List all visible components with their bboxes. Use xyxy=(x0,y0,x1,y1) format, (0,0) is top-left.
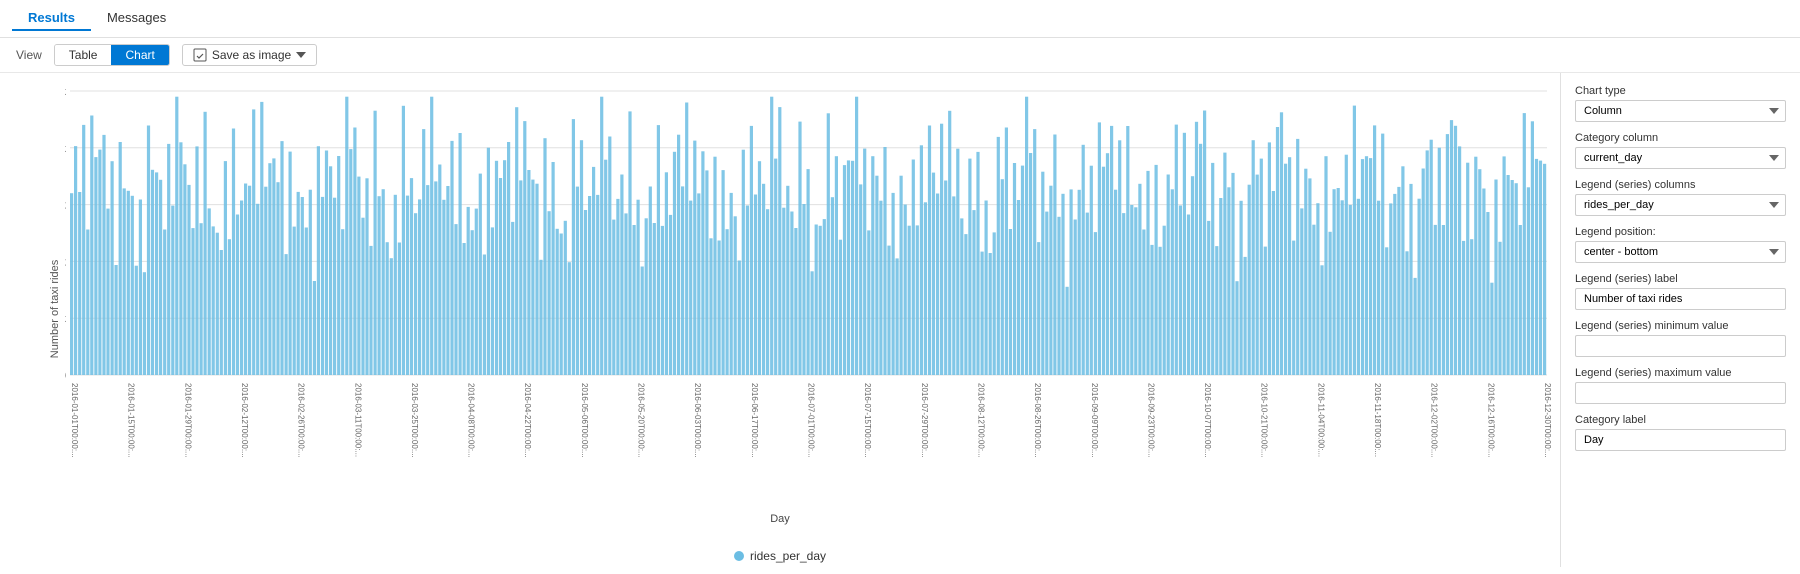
chart-type-select[interactable]: Column Bar Line Pie Area xyxy=(1575,100,1786,122)
y-axis-label: Number of taxi rides xyxy=(49,260,61,358)
category-column-field: Category column current_day xyxy=(1575,132,1786,169)
view-toggle: Table Chart xyxy=(54,44,170,66)
series-label-input[interactable] xyxy=(1575,288,1786,310)
series-label-field: Legend (series) label xyxy=(1575,273,1786,310)
svg-text:2016-08-26T00:00:...: 2016-08-26T00:00:... xyxy=(1033,383,1042,458)
svg-text:2016-01-29T00:00:...: 2016-01-29T00:00:... xyxy=(183,383,192,458)
view-label: View xyxy=(16,48,42,62)
svg-text:2016-10-07T00:00:...: 2016-10-07T00:00:... xyxy=(1203,383,1212,458)
chart-type-field: Chart type Column Bar Line Pie Area xyxy=(1575,85,1786,122)
svg-text:2016-07-29T00:00:...: 2016-07-29T00:00:... xyxy=(920,383,929,458)
svg-text:2016-01-15T00:00:...: 2016-01-15T00:00:... xyxy=(127,383,136,458)
min-value-field: Legend (series) minimum value xyxy=(1575,320,1786,357)
svg-text:2016-09-09T00:00:...: 2016-09-09T00:00:... xyxy=(1090,383,1099,458)
chart-outer: Number of taxi rides 0 100k 200k 300k 400k 50… xyxy=(0,73,1560,567)
max-value-label: Legend (series) maximum value xyxy=(1575,367,1786,379)
legend-series-label: Legend (series) columns xyxy=(1575,179,1786,191)
svg-text:2016-01-01T00:00:...: 2016-01-01T00:00:... xyxy=(70,383,79,458)
legend-label: rides_per_day xyxy=(750,549,826,563)
svg-text:2016-02-26T00:00:...: 2016-02-26T00:00:... xyxy=(297,383,306,458)
chart-type-label: Chart type xyxy=(1575,85,1786,97)
bar-chart-svg: 0 100k 200k 300k 400k 500k 2016-01-01T00:00:..… xyxy=(65,81,1552,465)
tabs-container: Results Messages xyxy=(12,6,182,31)
legend-series-field: Legend (series) columns rides_per_day xyxy=(1575,179,1786,216)
tab-results[interactable]: Results xyxy=(12,6,91,31)
series-label-label: Legend (series) label xyxy=(1575,273,1786,285)
svg-text:2016-11-04T00:00:...: 2016-11-04T00:00:... xyxy=(1316,383,1325,457)
chart-button[interactable]: Chart xyxy=(111,45,168,65)
svg-text:2016-12-16T00:00:...: 2016-12-16T00:00:... xyxy=(1486,383,1495,458)
save-icon xyxy=(193,48,207,62)
svg-text:2016-09-23T00:00:...: 2016-09-23T00:00:... xyxy=(1146,383,1155,458)
category-label-label: Category label xyxy=(1575,414,1786,426)
right-panel: Chart type Column Bar Line Pie Area Cate… xyxy=(1560,73,1800,567)
save-as-image-button[interactable]: Save as image xyxy=(182,44,317,66)
svg-text:2016-08-12T00:00:...: 2016-08-12T00:00:... xyxy=(977,383,986,458)
min-value-input[interactable] xyxy=(1575,335,1786,357)
x-axis-title: Day xyxy=(770,513,790,525)
svg-text:2016-04-08T00:00:...: 2016-04-08T00:00:... xyxy=(467,383,476,458)
svg-text:2016-05-20T00:00:...: 2016-05-20T00:00:... xyxy=(637,383,646,458)
legend-position-field: Legend position: center - bottom top lef… xyxy=(1575,226,1786,263)
svg-text:2016-06-03T00:00:...: 2016-06-03T00:00:... xyxy=(693,383,702,458)
svg-text:2016-10-21T00:00:...: 2016-10-21T00:00:... xyxy=(1260,383,1269,458)
svg-text:400k: 400k xyxy=(65,143,66,155)
legend-position-label: Legend position: xyxy=(1575,226,1786,238)
svg-text:100k: 100k xyxy=(65,313,66,325)
max-value-input[interactable] xyxy=(1575,382,1786,404)
svg-text:2016-06-17T00:00:...: 2016-06-17T00:00:... xyxy=(750,383,759,458)
legend-position-select[interactable]: center - bottom top left right none xyxy=(1575,241,1786,263)
svg-text:300k: 300k xyxy=(65,200,66,212)
svg-text:2016-07-01T00:00:...: 2016-07-01T00:00:... xyxy=(807,383,816,458)
view-row: View Table Chart Save as image xyxy=(0,38,1800,73)
category-column-select[interactable]: current_day xyxy=(1575,147,1786,169)
category-label-input[interactable] xyxy=(1575,429,1786,451)
chart-legend: rides_per_day xyxy=(0,545,1560,567)
tab-messages[interactable]: Messages xyxy=(91,6,182,31)
svg-text:2016-07-15T00:00:...: 2016-07-15T00:00:... xyxy=(863,383,872,458)
legend-series-select[interactable]: rides_per_day xyxy=(1575,194,1786,216)
chevron-down-icon xyxy=(296,52,306,58)
svg-text:500k: 500k xyxy=(65,86,66,98)
svg-text:2016-12-02T00:00:...: 2016-12-02T00:00:... xyxy=(1430,383,1439,458)
svg-text:0: 0 xyxy=(65,370,66,382)
category-column-label: Category column xyxy=(1575,132,1786,144)
svg-text:2016-03-11T00:00:...: 2016-03-11T00:00:... xyxy=(353,383,362,457)
top-tabs-bar: Results Messages xyxy=(0,0,1800,38)
svg-text:2016-12-30T00:00:...: 2016-12-30T00:00:... xyxy=(1543,383,1552,458)
save-label: Save as image xyxy=(212,48,291,62)
main-content: Number of taxi rides 0 100k 200k 300k 400k 50… xyxy=(0,73,1800,567)
svg-text:2016-03-25T00:00:...: 2016-03-25T00:00:... xyxy=(410,383,419,458)
max-value-field: Legend (series) maximum value xyxy=(1575,367,1786,404)
category-label-field: Category label xyxy=(1575,414,1786,451)
min-value-label: Legend (series) minimum value xyxy=(1575,320,1786,332)
svg-text:2016-05-06T00:00:...: 2016-05-06T00:00:... xyxy=(580,383,589,458)
svg-text:2016-11-18T00:00:...: 2016-11-18T00:00:... xyxy=(1373,383,1382,457)
svg-text:2016-02-12T00:00:...: 2016-02-12T00:00:... xyxy=(240,383,249,458)
svg-text:200k: 200k xyxy=(65,256,66,268)
svg-text:2016-04-22T00:00:...: 2016-04-22T00:00:... xyxy=(523,383,532,458)
legend-dot xyxy=(734,551,744,561)
table-button[interactable]: Table xyxy=(55,45,112,65)
